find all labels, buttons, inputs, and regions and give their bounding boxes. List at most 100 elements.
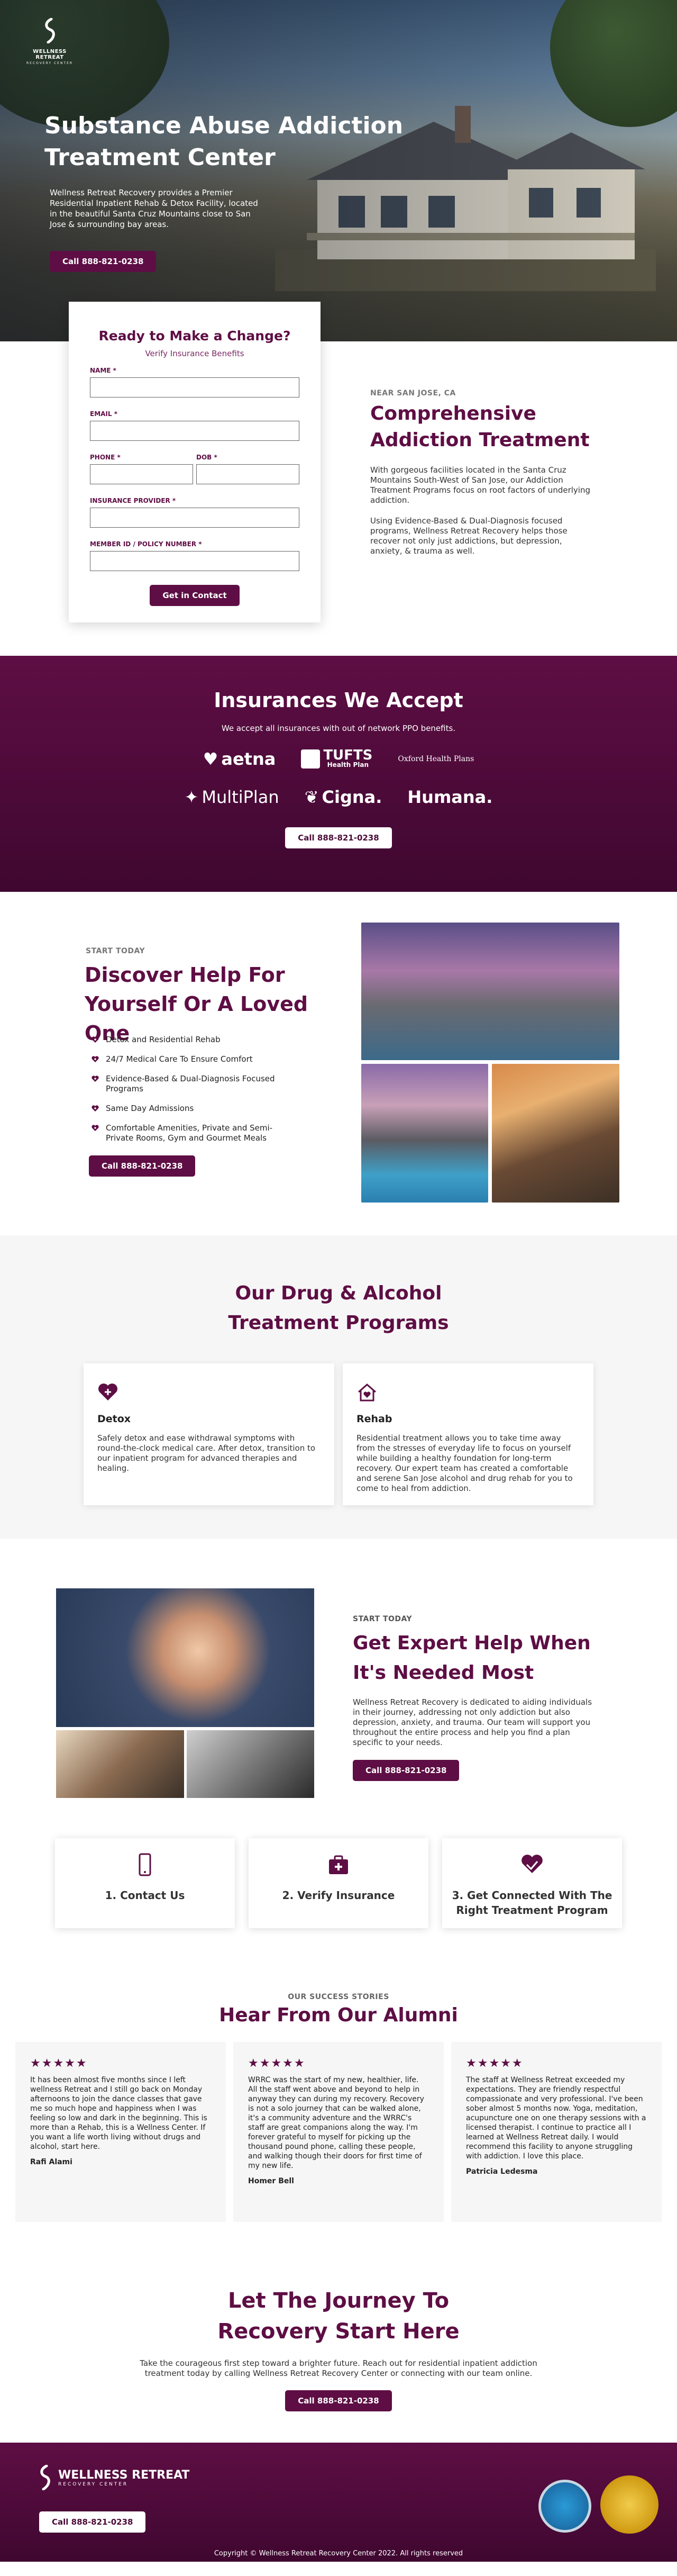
step-label: 1. Contact Us [105,1889,185,1902]
intro-paragraph: Using Evidence-Based & Dual-Diagnosis fo… [370,516,568,556]
expert-title: Get Expert Help When It's Needed Most [353,1632,591,1684]
testimonial-text: WRRC was the start of my new, healthier,… [248,2076,424,2170]
footer: WELLNESS RETREAT RECOVERY CENTER Call 88… [0,2443,677,2562]
form-subtitle: Verify Insurance Benefits [145,349,244,358]
site-logo[interactable]: WELLNESS RETREAT RECOVERY CENTER [18,17,81,65]
feature-list: Detox and Residential Rehab 24/7 Medical… [91,1035,292,1153]
expert-section: START TODAY Get Expert Help When It's Ne… [0,1539,677,1798]
name-field[interactable] [90,377,299,397]
form-title: Ready to Make a Change? [98,328,291,344]
star-rating-icon: ★★★★★ [466,2057,524,2070]
submit-button[interactable]: Get in Contact [150,585,240,606]
testimonial-author: Patricia Ledesma [466,2167,538,2176]
testimonials-eyebrow: OUR SUCCESS STORIES [288,1993,389,2001]
logo-mark-icon [40,2465,50,2490]
phone-dob-row: PHONE * DOB * [90,454,299,497]
logo-name: WELLNESS RETREAT [33,49,67,60]
dob-field[interactable] [196,464,299,484]
tufts-logo: TUFTS Health Plan [301,748,372,769]
program-text: Safely detox and ease withdrawal symptom… [97,1433,316,1473]
email-label: EMAIL * [90,410,117,418]
insurance-title: Insurances We Accept [214,689,463,712]
tufts-square-icon [301,749,321,769]
testimonial-card: ★★★★★ It has been almost five months sin… [15,2042,226,2222]
logo-mark-icon [45,17,55,44]
cta-call-button[interactable]: Call 888-821-0238 [285,2390,392,2411]
cta-section: Let The Journey To Recovery Start Here T… [0,2277,677,2443]
program-title: Detox [97,1413,131,1425]
heart-plus-icon [92,1056,99,1062]
hero-title: Substance Abuse Addiction Treatment Cent… [44,112,404,171]
step-label: 3. Get Connected With The Right Treatmen… [452,1889,612,1917]
house-heart-icon [358,1384,376,1402]
cta-title: Let The Journey To Recovery Start Here [217,2289,460,2344]
intro-text: NEAR SAN JOSE, CA Comprehensive Addictio… [370,389,592,567]
discover-section: START TODAY Discover Help For Yourself O… [0,892,677,1235]
testimonial-text: The staff at Wellness Retreat exceeded m… [466,2076,646,2161]
heart-icon: ♥ [203,749,218,769]
insurance-text: We accept all insurances with out of net… [221,724,456,733]
star-rating-icon: ★★★★★ [30,2057,88,2070]
testimonial-card: ★★★★★ WRRC was the start of my new, heal… [233,2042,444,2222]
phone-group: PHONE * [90,454,193,497]
list-item: Comfortable Amenities, Private and Semi-… [91,1123,292,1143]
list-item: Same Day Admissions [91,1104,292,1114]
list-item: Evidence-Based & Dual-Diagnosis Focused … [91,1074,292,1094]
insurance-section: Insurances We Accept We accept all insur… [0,656,677,892]
accreditation-badge [538,2480,591,2533]
program-cards: Detox Safely detox and ease withdrawal s… [0,1363,677,1505]
step-verify[interactable]: 2. Verify Insurance [249,1838,428,1928]
patio-photo [492,1064,619,1203]
discover-call-button[interactable]: Call 888-821-0238 [89,1155,196,1177]
programs-section: Our Drug & Alcohol Treatment Programs De… [0,1235,677,1539]
aetna-logo: ♥ aetna [203,749,276,769]
member-label: MEMBER ID / POLICY NUMBER * [90,540,202,548]
star-rating-icon: ★★★★★ [248,2057,306,2070]
programs-title: Our Drug & Alcohol Treatment Programs [228,1282,449,1334]
multiplan-logo: ✦ MultiPlan [184,787,279,807]
testimonial-author: Rafi Alami [30,2158,72,2166]
celebration-photo [187,1730,314,1798]
footer-logo[interactable]: WELLNESS RETREAT RECOVERY CENTER [37,2465,189,2490]
member-id-field[interactable] [90,551,299,571]
list-item: Detox and Residential Rehab [91,1035,292,1045]
humana-logo: Humana. [407,787,493,807]
step-label: 2. Verify Insurance [282,1889,395,1902]
footer-logo-text: WELLNESS RETREAT RECOVERY CENTER [58,2469,189,2487]
figure-icon: ✦ [184,787,199,807]
dob-group: DOB * [196,454,299,497]
insurance-call-button[interactable]: Call 888-821-0238 [285,827,392,848]
insurance-provider-field[interactable] [90,508,299,528]
house-pool-photo [361,1064,488,1203]
gold-seal-badge [600,2475,658,2534]
contact-form: Ready to Make a Change? Verify Insurance… [69,302,321,622]
dob-label: DOB * [196,454,217,461]
footer-call-button[interactable]: Call 888-821-0238 [39,2511,146,2533]
hero-section: WELLNESS RETREAT RECOVERY CENTER Substan… [0,0,677,341]
pool-photo [361,923,619,1060]
medical-kit-icon [329,1855,348,1874]
heart-plus-icon [92,1075,99,1082]
testimonials-section: OUR SUCCESS STORIES Hear From Our Alumni… [0,1987,677,2277]
insurance-logos-row: ✦ MultiPlan ❦ Cigna. Humana. [0,787,677,807]
phone-icon [139,1853,151,1876]
step-contact[interactable]: 1. Contact Us [55,1838,235,1928]
group-session-photo [56,1730,184,1798]
cigna-logo: ❦ Cigna. [304,787,382,807]
program-card-rehab[interactable]: Rehab Residential treatment allows you t… [343,1363,593,1505]
expert-text: Wellness Retreat Recovery is dedicated t… [353,1697,592,1747]
testimonial-text: It has been almost five months since I l… [30,2076,207,2151]
hero-call-button[interactable]: Call 888-821-0238 [50,251,157,272]
steps-section: 1. Contact Us 2. Verify Insurance 3. Get… [0,1798,677,1987]
tree-of-life-icon: ❦ [304,787,319,807]
footer-logo-sub: RECOVERY CENTER [58,2481,129,2487]
discover-eyebrow: START TODAY [86,947,145,955]
smiling-woman-photo [56,1588,314,1727]
phone-field[interactable] [90,464,193,484]
hero-lead: Wellness Retreat Recovery provides a Pre… [50,188,258,229]
program-card-detox[interactable]: Detox Safely detox and ease withdrawal s… [84,1363,334,1505]
email-field[interactable] [90,421,299,441]
step-connected[interactable]: 3. Get Connected With The Right Treatmen… [442,1838,622,1928]
expert-call-button[interactable]: Call 888-821-0238 [353,1760,460,1781]
oxford-logo: Oxford Health Plans [398,755,474,763]
